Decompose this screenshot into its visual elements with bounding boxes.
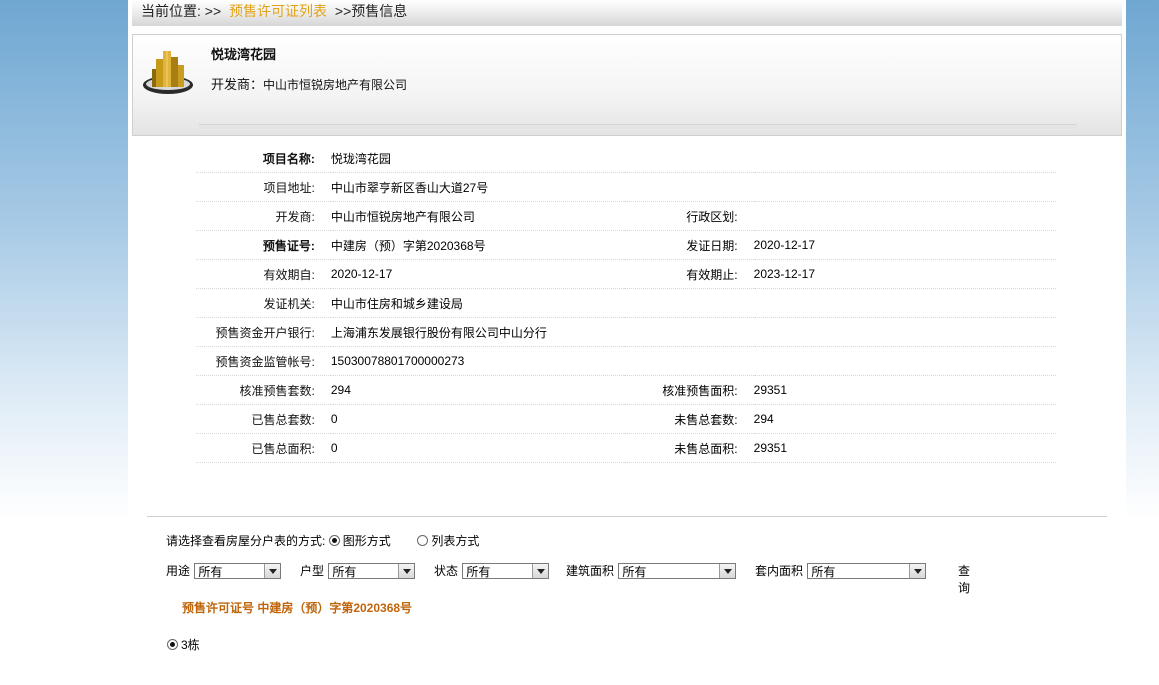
breadcrumb-prefix: 当前位置:: [141, 3, 201, 19]
info-label: 未售总面积:: [623, 433, 754, 463]
filter-label: 用途: [166, 564, 191, 578]
select-value: 所有: [332, 564, 357, 579]
info-value: 294: [330, 375, 624, 405]
radio-list-mode[interactable]: [417, 535, 429, 546]
info-label: 预售证号:: [196, 230, 331, 260]
info-value: 中山市恒锐房地产有限公司: [330, 201, 624, 231]
info-value: 上海浦东发展银行股份有限公司中山分行: [330, 317, 1056, 347]
table-row: 开发商: 中山市恒锐房地产有限公司 行政区划:: [196, 201, 1056, 231]
breadcrumb-separator: >>: [204, 3, 222, 19]
chevron-down-icon[interactable]: [532, 563, 549, 578]
breadcrumb: 当前位置: >> 预售许可证列表 >>预售信息: [132, 0, 1122, 26]
building-label[interactable]: 3栋: [181, 638, 200, 652]
info-value: 29351: [753, 433, 1056, 463]
project-info-table: 项目名称: 悦珑湾花园 项目地址: 中山市翠亨新区香山大道27号 开发商: 中山…: [196, 144, 1056, 463]
select-value: 所有: [622, 564, 647, 579]
chevron-down-icon[interactable]: [909, 563, 926, 578]
header-project-name: 悦珑湾花园: [211, 47, 277, 62]
info-label: 项目地址:: [196, 172, 331, 202]
view-mode-prompt: 请选择查看房屋分户表的方式:: [166, 534, 326, 548]
info-label: 有效期止:: [623, 259, 754, 289]
header-divider: [199, 124, 1077, 129]
info-label: 开发商:: [196, 201, 331, 231]
table-row: 项目地址: 中山市翠亨新区香山大道27号: [196, 172, 1056, 202]
info-label: 有效期自:: [196, 259, 331, 289]
info-value: 悦珑湾花园: [330, 144, 1056, 173]
info-value: 中山市住房和城乡建设局: [330, 288, 1056, 318]
info-value: 294: [753, 404, 1056, 434]
info-label: 已售总套数:: [196, 404, 331, 434]
project-header: 悦珑湾花园 开发商：中山市恒锐房地产有限公司: [132, 34, 1122, 136]
table-row: 核准预售套数: 294 核准预售面积: 29351: [196, 375, 1056, 405]
table-row: 项目名称: 悦珑湾花园: [196, 144, 1056, 173]
radio-graphic-mode[interactable]: [328, 535, 340, 546]
info-value: 0: [330, 404, 624, 434]
filter-label: 户型: [300, 564, 325, 578]
info-value: 29351: [753, 375, 1056, 405]
info-label: 预售资金监管帐号:: [196, 346, 331, 376]
usage-select[interactable]: 所有: [194, 562, 282, 579]
filter-inner-area: 套内面积 所有: [755, 562, 927, 579]
info-label: 预售资金开户银行:: [196, 317, 331, 347]
header-developer: 开发商：中山市恒锐房地产有限公司: [211, 74, 407, 93]
table-row: 已售总套数: 0 未售总套数: 294: [196, 404, 1056, 434]
info-value: 2020-12-17: [330, 259, 624, 289]
info-label: 核准预售面积:: [623, 375, 754, 405]
breadcrumb-link-permit-list[interactable]: 预售许可证列表: [229, 3, 327, 19]
info-value: 2023-12-17: [753, 259, 1056, 289]
table-row: 预售证号: 中建房（预）字第2020368号 发证日期: 2020-12-17: [196, 230, 1056, 260]
select-value: 所有: [466, 564, 491, 579]
filter-label: 建筑面积: [566, 564, 615, 578]
radio-graphic-label[interactable]: 图形方式: [343, 534, 391, 548]
radio-building-3[interactable]: [167, 639, 178, 650]
filter-build-area: 建筑面积 所有: [566, 562, 737, 579]
filter-usage: 用途 所有: [166, 562, 282, 579]
header-developer-name: 中山市恒锐房地产有限公司: [263, 78, 408, 92]
info-label: 未售总套数:: [623, 404, 754, 434]
header-developer-label: 开发商：: [211, 77, 264, 92]
filter-status: 状态 所有: [434, 562, 550, 579]
info-value: 2020-12-17: [753, 230, 1056, 260]
chevron-down-icon[interactable]: [719, 563, 736, 578]
table-row: 有效期自: 2020-12-17 有效期止: 2023-12-17: [196, 259, 1056, 289]
permit-title: 预售许可证号 中建房（预）字第2020368号: [182, 601, 413, 615]
info-label: 项目名称:: [196, 144, 331, 173]
status-select[interactable]: 所有: [462, 562, 550, 579]
table-row: 预售资金开户银行: 上海浦东发展银行股份有限公司中山分行: [196, 317, 1056, 347]
info-label: 发证日期:: [623, 230, 754, 260]
table-row: 预售资金监管帐号: 15030078801700000273: [196, 346, 1056, 376]
info-value: 中山市翠亨新区香山大道27号: [330, 172, 1056, 202]
info-value: 0: [330, 433, 624, 463]
table-row: 已售总面积: 0 未售总面积: 29351: [196, 433, 1056, 463]
breadcrumb-current: 预售信息: [351, 3, 408, 19]
section-divider: [147, 516, 1107, 517]
info-label: 核准预售套数:: [196, 375, 331, 405]
info-value: [753, 201, 1056, 231]
info-label: 已售总面积:: [196, 433, 331, 463]
radio-list-label[interactable]: 列表方式: [431, 534, 479, 548]
chevron-down-icon[interactable]: [264, 563, 281, 578]
page-container: 当前位置: >> 预售许可证列表 >>预售信息 悦珑湾花园 开发商：中山市恒锐房…: [128, 0, 1126, 685]
info-label: 行政区划:: [623, 201, 754, 231]
building-selector: 3栋: [167, 636, 200, 653]
filter-label: 套内面积: [755, 564, 804, 578]
inner-area-select[interactable]: 所有: [807, 562, 927, 579]
select-value: 所有: [811, 564, 836, 579]
info-label: 发证机关:: [196, 288, 331, 318]
query-button[interactable]: 查询: [958, 562, 970, 596]
building-logo-icon: [143, 51, 193, 94]
build-area-select[interactable]: 所有: [618, 562, 737, 579]
view-mode-selector: 请选择查看房屋分户表的方式: 图形方式 列表方式: [166, 532, 479, 549]
select-value: 所有: [198, 564, 223, 579]
breadcrumb-separator: >>: [334, 3, 352, 19]
filter-unit-type: 户型 所有: [300, 562, 416, 579]
info-value: 15030078801700000273: [330, 346, 1056, 376]
unit-type-select[interactable]: 所有: [328, 562, 416, 579]
info-value: 中建房（预）字第2020368号: [330, 230, 624, 260]
chevron-down-icon[interactable]: [398, 563, 415, 578]
filter-label: 状态: [434, 564, 459, 578]
table-row: 发证机关: 中山市住房和城乡建设局: [196, 288, 1056, 318]
